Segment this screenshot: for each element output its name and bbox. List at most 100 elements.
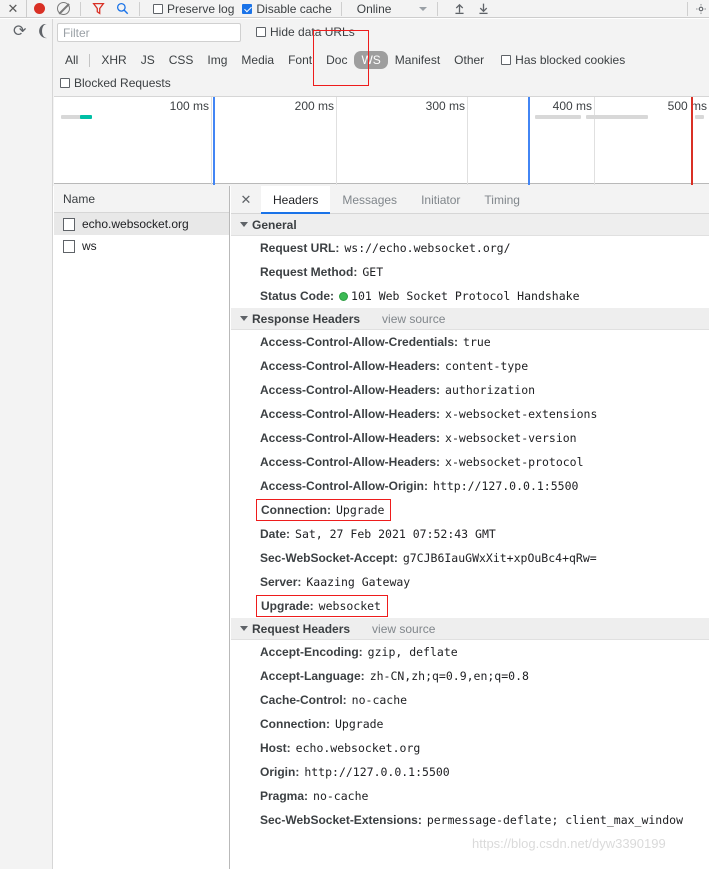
header-row-content: Origin: http://127.0.0.1:5500 — [260, 760, 450, 784]
hide-data-urls-toggle[interactable]: Hide data URLs — [256, 25, 355, 39]
header-row: Access-Control-Allow-Headers: x-websocket… — [231, 450, 709, 474]
search-icon[interactable] — [110, 0, 134, 18]
header-row-content: Sec-WebSocket-Extensions: permessage-defl… — [260, 808, 683, 832]
header-row-content: Cache-Control: no-cache — [260, 688, 407, 712]
header-name: Connection: — [261, 503, 331, 517]
header-name: Server: — [260, 575, 302, 589]
list-item[interactable]: ws — [54, 235, 229, 257]
overview-bar-req-a — [535, 115, 581, 119]
record-circle-icon[interactable] — [27, 0, 51, 18]
header-name: Status Code: — [260, 289, 335, 303]
header-row: Accept-Encoding: gzip, deflate — [231, 640, 709, 664]
tab-initiator[interactable]: Initiator — [409, 186, 472, 214]
type-filter-all[interactable]: All — [58, 51, 85, 69]
header-name: Access-Control-Allow-Headers: — [260, 455, 441, 469]
header-row-content: Host: echo.websocket.org — [260, 736, 420, 760]
has-blocked-cookies-label: Has blocked cookies — [515, 53, 626, 67]
overview-tick-label: 300 ms — [425, 99, 465, 113]
blocked-requests-toggle[interactable]: Blocked Requests — [60, 76, 171, 90]
type-filter-doc[interactable]: Doc — [319, 51, 354, 69]
back-icon[interactable]: ❨ — [36, 24, 48, 39]
type-filter-ws[interactable]: WS — [354, 51, 388, 69]
header-name: Request Method: — [260, 265, 358, 279]
header-row-content: Access-Control-Allow-Credentials: true — [260, 330, 491, 354]
overview-tick-label: 200 ms — [294, 99, 334, 113]
header-name: Accept-Encoding: — [260, 645, 363, 659]
header-row-content: Access-Control-Allow-Headers: x-websocket… — [260, 426, 577, 450]
header-value: no-cache — [351, 693, 408, 707]
tab-messages[interactable]: Messages — [330, 186, 409, 214]
details-tab-bar: ✕ Headers Messages Initiator Timing — [231, 185, 709, 214]
header-name: Access-Control-Allow-Headers: — [260, 431, 441, 445]
type-filter-other[interactable]: Other — [447, 51, 491, 69]
header-row: Accept-Language: zh-CN,zh;q=0.9,en;q=0.8 — [231, 664, 709, 688]
header-row-content: Access-Control-Allow-Headers: authorizati… — [260, 378, 535, 402]
import-har-icon[interactable] — [447, 0, 471, 18]
gear-icon[interactable] — [693, 0, 709, 18]
preserve-log-checkbox[interactable] — [153, 3, 163, 14]
header-row: Request Method: GET — [231, 260, 709, 284]
network-toolbar: ✕ Preserve log Disable cache Online — [0, 0, 709, 18]
export-har-icon[interactable] — [471, 0, 495, 18]
request-list-header[interactable]: Name — [54, 186, 229, 213]
header-name: Upgrade: — [261, 599, 314, 613]
section-header[interactable]: Response Headers view source — [231, 308, 709, 330]
type-filter-css[interactable]: CSS — [162, 51, 201, 69]
header-value: ws://echo.websocket.org/ — [344, 241, 511, 255]
header-name: Cache-Control: — [260, 693, 347, 707]
details-close-icon[interactable]: ✕ — [231, 193, 261, 206]
header-highlight-box: Upgrade: websocket — [256, 595, 388, 617]
has-blocked-cookies-checkbox[interactable] — [501, 55, 512, 65]
section-header[interactable]: General — [231, 214, 709, 236]
clear-icon[interactable] — [51, 0, 75, 18]
header-value: x-websocket-protocol — [445, 455, 584, 469]
type-filter-font[interactable]: Font — [281, 51, 319, 69]
headers-content[interactable]: General Request URL: ws://echo.websocket.o… — [231, 214, 709, 869]
network-panes: Name echo.websocket.org ws ✕ Headers Mes… — [0, 185, 709, 869]
view-source-link[interactable]: view source — [372, 622, 435, 636]
header-value: Upgrade — [336, 503, 385, 517]
header-name: Access-Control-Allow-Headers: — [260, 383, 441, 397]
overview-bar-queued — [61, 115, 82, 119]
status-ok-icon — [339, 291, 349, 301]
panel-close-icon[interactable]: ✕ — [0, 2, 26, 15]
filter-left-rail: ⟳ ❨ — [0, 19, 53, 94]
reload-icon[interactable]: ⟳ — [13, 24, 28, 40]
header-row-content: Access-Control-Allow-Headers: content-typ… — [260, 354, 528, 378]
header-row: Request URL: ws://echo.websocket.org/ — [231, 236, 709, 260]
filter-input[interactable] — [57, 23, 241, 42]
view-source-link[interactable]: view source — [382, 312, 445, 326]
preserve-log-toggle[interactable]: Preserve log — [153, 2, 234, 16]
blocked-requests-checkbox[interactable] — [60, 78, 70, 88]
type-filter-media[interactable]: Media — [234, 51, 281, 69]
header-value: authorization — [445, 383, 536, 397]
header-row: Server: Kaazing Gateway — [231, 570, 709, 594]
throttling-dropdown[interactable]: Online — [357, 2, 428, 16]
header-row: Date: Sat, 27 Feb 2021 07:52:43 GMT — [231, 522, 709, 546]
header-row-content: Request URL: ws://echo.websocket.org/ — [260, 236, 511, 260]
section-header[interactable]: Request Headers view source — [231, 618, 709, 640]
type-filter-img[interactable]: Img — [200, 51, 234, 69]
hide-data-urls-checkbox[interactable] — [256, 27, 266, 37]
header-name: Sec-WebSocket-Extensions: — [260, 813, 422, 827]
header-row: Status Code: 101 Web Socket Protocol Hand… — [231, 284, 709, 308]
disable-cache-checkbox[interactable] — [242, 3, 253, 14]
list-item[interactable]: echo.websocket.org — [54, 213, 229, 235]
tab-headers[interactable]: Headers — [261, 185, 331, 214]
request-list: Name echo.websocket.org ws — [54, 186, 230, 869]
header-row: Access-Control-Allow-Headers: content-typ… — [231, 354, 709, 378]
header-row-content: Accept-Language: zh-CN,zh;q=0.9,en;q=0.8 — [260, 664, 529, 688]
section-title: General — [252, 217, 297, 232]
header-row-content: Status Code: 101 Web Socket Protocol Hand… — [260, 284, 580, 308]
tab-timing[interactable]: Timing — [472, 186, 532, 214]
type-filter-manifest[interactable]: Manifest — [388, 51, 447, 69]
disable-cache-toggle[interactable]: Disable cache — [242, 2, 332, 16]
header-row: Pragma: no-cache — [231, 784, 709, 808]
funnel-icon[interactable] — [86, 0, 110, 18]
type-filter-xhr[interactable]: XHR — [94, 51, 133, 69]
overview-canvas[interactable]: 100 ms 200 ms 300 ms 400 ms 500 ms — [54, 96, 709, 185]
header-value: x-websocket-extensions — [445, 407, 598, 421]
header-name: Access-Control-Allow-Headers: — [260, 359, 441, 373]
type-filter-js[interactable]: JS — [134, 51, 162, 69]
toolbar-separator — [80, 1, 81, 16]
